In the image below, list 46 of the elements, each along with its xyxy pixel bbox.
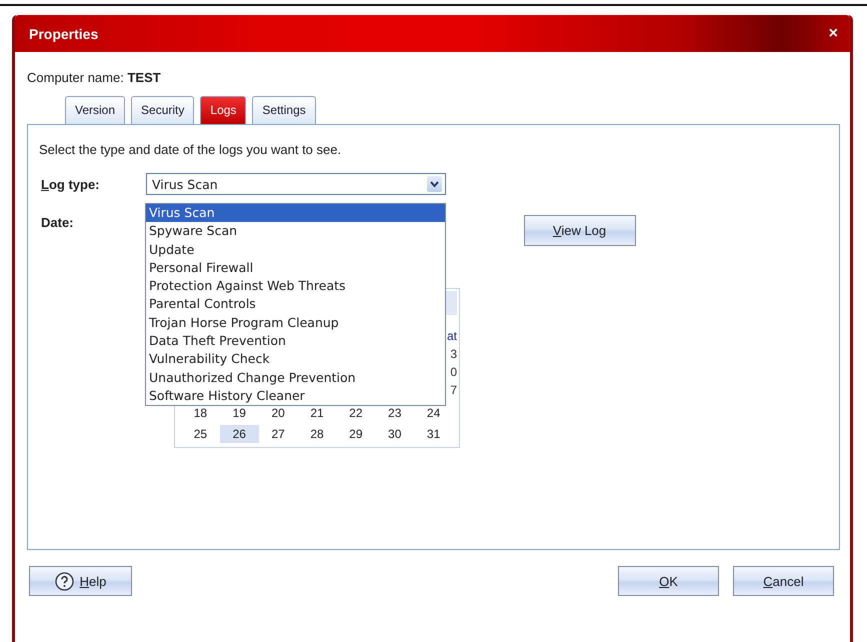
cancel-button[interactable]: Cancel xyxy=(733,566,834,596)
caret-icon xyxy=(427,176,442,192)
dropdown-option[interactable]: Unauthorized Change Prevention xyxy=(146,368,445,387)
dropdown-option[interactable]: Parental Controls xyxy=(146,295,445,314)
dropdown-option[interactable]: Virus Scan xyxy=(146,204,445,222)
calendar-day[interactable]: 18 xyxy=(181,404,220,422)
calendar-text: 7 xyxy=(450,383,457,397)
calendar-text: 0 xyxy=(450,365,457,379)
calendar-day[interactable]: 20 xyxy=(258,404,298,422)
dropdown-option[interactable]: Protection Against Web Threats xyxy=(146,277,445,296)
view-log-button[interactable]: View Log xyxy=(524,215,636,246)
dropdown-option[interactable]: Personal Firewall xyxy=(146,258,445,278)
calendar-day[interactable]: 30 xyxy=(375,425,414,443)
calendar-day[interactable]: 21 xyxy=(298,404,336,422)
calendar-day[interactable]: 31 xyxy=(414,425,453,443)
computer-name-text: Computer name: TEST xyxy=(27,70,162,85)
close-button[interactable]: × xyxy=(828,24,838,42)
tab[interactable]: Settings xyxy=(252,96,316,124)
help-icon xyxy=(54,572,74,590)
calendar-day[interactable]: 29 xyxy=(336,425,376,443)
calendar-day[interactable]: 25 xyxy=(181,425,220,443)
instruction-text: Select the type and date of the logs you want to see. xyxy=(39,142,342,157)
calendar-day[interactable]: 24 xyxy=(414,404,453,422)
tab[interactable]: Version xyxy=(65,96,126,124)
calendar-day[interactable]: 23 xyxy=(375,404,414,422)
dropdown-option[interactable]: Spyware Scan xyxy=(146,222,445,241)
calendar-text: 3 xyxy=(450,347,457,361)
calendar-day[interactable]: 27 xyxy=(258,425,298,443)
calendar-day[interactable]: 28 xyxy=(298,425,336,443)
calendar-day[interactable]: 19 xyxy=(220,404,259,422)
log-type-dropdown[interactable]: Virus Scan xyxy=(146,173,446,195)
dropdown-option[interactable]: Vulnerability Check xyxy=(146,350,445,369)
ok-button[interactable]: OK xyxy=(618,566,719,596)
calendar-day[interactable]: 26 xyxy=(220,425,259,443)
tab[interactable]: Security xyxy=(131,96,194,124)
dropdown-option[interactable]: Data Theft Prevention xyxy=(146,332,445,350)
dropdown-option[interactable]: Update xyxy=(146,240,445,259)
dropdown-option[interactable]: Software History Cleaner xyxy=(146,386,445,406)
tab[interactable]: Logs xyxy=(200,96,246,124)
help-button[interactable]: Help xyxy=(29,566,132,596)
calendar-day[interactable]: 22 xyxy=(336,404,376,422)
log-type-label: Log type: xyxy=(40,176,101,192)
window-title: Properties xyxy=(29,26,98,42)
dropdown-option[interactable]: Trojan Horse Program Cleanup xyxy=(146,314,445,332)
date-label: Date: xyxy=(40,215,74,230)
calendar-text: at xyxy=(446,329,457,343)
